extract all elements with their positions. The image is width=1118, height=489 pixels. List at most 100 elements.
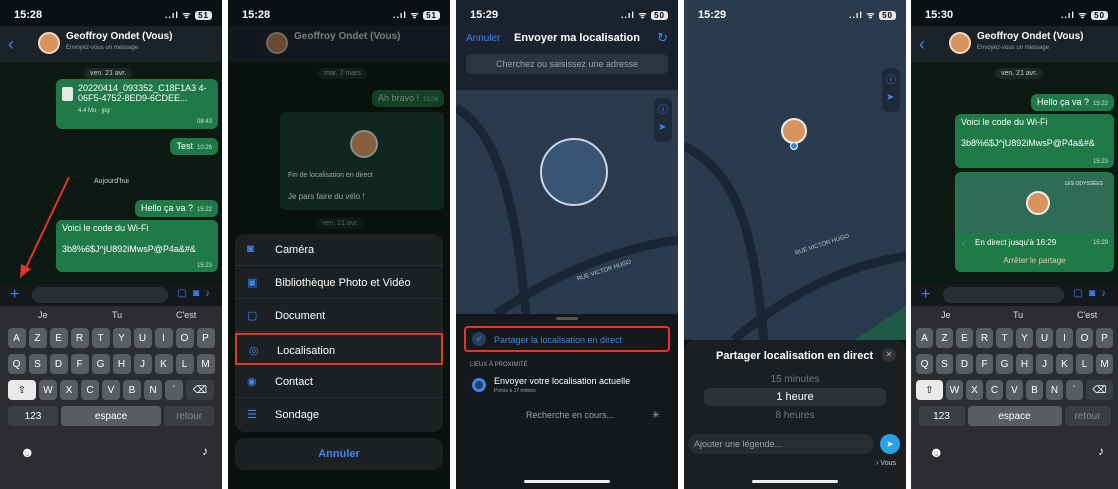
space-key[interactable]: espace [967,406,1062,426]
suggestion[interactable]: Tu [112,310,122,320]
key-t[interactable]: T [996,328,1013,348]
key-s[interactable]: S [28,354,47,374]
cancel-button[interactable]: Annuler [235,438,443,470]
locate-arrow-icon[interactable]: ➤ [886,92,894,103]
sticker-icon[interactable]: ▢ [1074,288,1089,299]
key-5[interactable]: N [144,380,162,400]
key-d[interactable]: D [49,354,68,374]
suggestion[interactable]: C'est [1077,310,1097,320]
key-q[interactable]: Q [7,354,26,374]
mic-icon[interactable]: ♪ [205,288,216,299]
camera-icon[interactable]: ◙ [193,288,205,299]
key-s[interactable]: S [936,354,953,374]
message-input[interactable] [943,287,1064,303]
menu-item-poll[interactable]: ☰ Sondage [235,399,443,431]
wifi-message[interactable]: Voici le code du Wi-Fi 3b8%6$J^jU892iMws… [56,220,218,272]
key-g[interactable]: G [91,354,110,374]
return-key[interactable]: retour [1064,406,1111,426]
menu-item-location[interactable]: ◎ Localisation [235,333,443,365]
key-2[interactable]: C [986,380,1003,400]
info-icon[interactable]: ⓘ [886,71,896,86]
send-current-location-row[interactable]: Envoyer votre localisation actuelle Préc… [464,374,670,402]
key-l[interactable]: L [1076,354,1093,374]
key-5[interactable]: N [1046,380,1063,400]
live-map-preview[interactable]: LES ODYSSÉES [958,175,1111,233]
share-live-location-button[interactable]: ➶ Partager la localisation en direct [464,326,670,352]
chat-title[interactable]: Geoffroy Ondet (Vous) [66,31,172,42]
return-key[interactable]: retour [164,406,214,426]
chat-title[interactable]: Geoffroy Ondet (Vous) [977,31,1083,42]
key-3[interactable]: V [1006,380,1023,400]
message-bubble[interactable]: Test 10:26 [170,138,218,156]
wifi-message[interactable]: Voici le code du Wi-Fi 3b8%6$J^jU892iMws… [955,114,1114,168]
message-bubble[interactable]: Hello ça va ? 15:22 [134,200,218,218]
key-q[interactable]: Q [916,354,933,374]
info-icon[interactable]: ⓘ [658,101,668,116]
shift-key[interactable]: ⇧ [8,380,36,400]
avatar[interactable] [949,32,971,54]
key-1[interactable]: X [966,380,983,400]
numbers-key[interactable]: 123 [918,406,965,426]
cancel-link[interactable]: Annuler [466,33,500,44]
numbers-key[interactable]: 123 [8,406,58,426]
key-e[interactable]: E [49,328,68,348]
key-l[interactable]: L [175,354,194,374]
menu-item-photo-library[interactable]: ▣ Bibliothèque Photo et Vidéo [235,267,443,299]
avatar[interactable] [38,32,60,54]
duration-option[interactable]: 8 heures [684,410,906,421]
address-search-input[interactable]: Cherchez ou saisissez une adresse [466,54,668,74]
menu-item-contact[interactable]: ◉ Contact [235,366,443,398]
suggestion[interactable]: C'est [176,310,196,320]
locate-arrow-icon[interactable]: ➤ [658,122,666,133]
send-icon[interactable]: ➤ [880,434,900,454]
emoji-icon[interactable]: ☻ [20,444,35,460]
key-0[interactable]: W [946,380,963,400]
refresh-icon[interactable]: ↻ [657,30,668,46]
key-r[interactable]: R [976,328,993,348]
key-i[interactable]: I [1056,328,1073,348]
key-k[interactable]: K [154,354,173,374]
map-view[interactable]: RUE VICTOR HUGO ⓘ ➤ [456,90,678,314]
key-z[interactable]: Z [936,328,953,348]
file-message[interactable]: 20220414_093352_C18F1A3 4-06F5-4752-8ED9… [56,79,218,129]
key-m[interactable]: M [196,354,215,374]
back-icon[interactable]: ‹ [919,34,925,55]
menu-item-camera[interactable]: ◙ Caméra [235,234,443,266]
duration-option-selected[interactable]: 1 heure [704,388,886,406]
menu-item-document[interactable]: ▢ Document [235,300,443,332]
close-icon[interactable]: ✕ [882,348,896,362]
key-d[interactable]: D [956,354,973,374]
stop-sharing-button[interactable]: Arrêter le partage [955,256,1114,266]
back-icon[interactable]: ‹ [8,34,14,55]
key-e[interactable]: E [956,328,973,348]
live-location-message[interactable]: LES ODYSSÉES ➶ En direct jusqu'à 16:29 1… [955,172,1114,272]
camera-icon[interactable]: ◙ [1089,288,1101,299]
key-y[interactable]: Y [112,328,131,348]
suggestion[interactable]: Tu [1013,310,1023,320]
key-k[interactable]: K [1056,354,1073,374]
emoji-icon[interactable]: ☻ [929,444,944,460]
mic-icon[interactable]: ♪ [1101,288,1112,299]
dictation-mic-icon[interactable]: ♪ [1098,444,1104,458]
key-1[interactable]: X [60,380,78,400]
attach-plus-button[interactable]: + [921,286,930,304]
key-m[interactable]: M [1096,354,1113,374]
key-4[interactable]: B [123,380,141,400]
key-z[interactable]: Z [28,328,47,348]
key-j[interactable]: J [133,354,152,374]
key-6[interactable]: ´ [165,380,183,400]
dictation-mic-icon[interactable]: ♪ [202,444,208,458]
sticker-icon[interactable]: ▢ [178,288,193,299]
key-r[interactable]: R [70,328,89,348]
key-0[interactable]: W [39,380,57,400]
key-f[interactable]: F [976,354,993,374]
suggestion[interactable]: Je [941,310,951,320]
message-input[interactable] [32,287,168,303]
key-y[interactable]: Y [1016,328,1033,348]
shift-key[interactable]: ⇧ [916,380,943,400]
key-p[interactable]: P [196,328,215,348]
key-a[interactable]: A [916,328,933,348]
key-u[interactable]: U [1036,328,1053,348]
key-g[interactable]: G [996,354,1013,374]
key-o[interactable]: O [1076,328,1093,348]
